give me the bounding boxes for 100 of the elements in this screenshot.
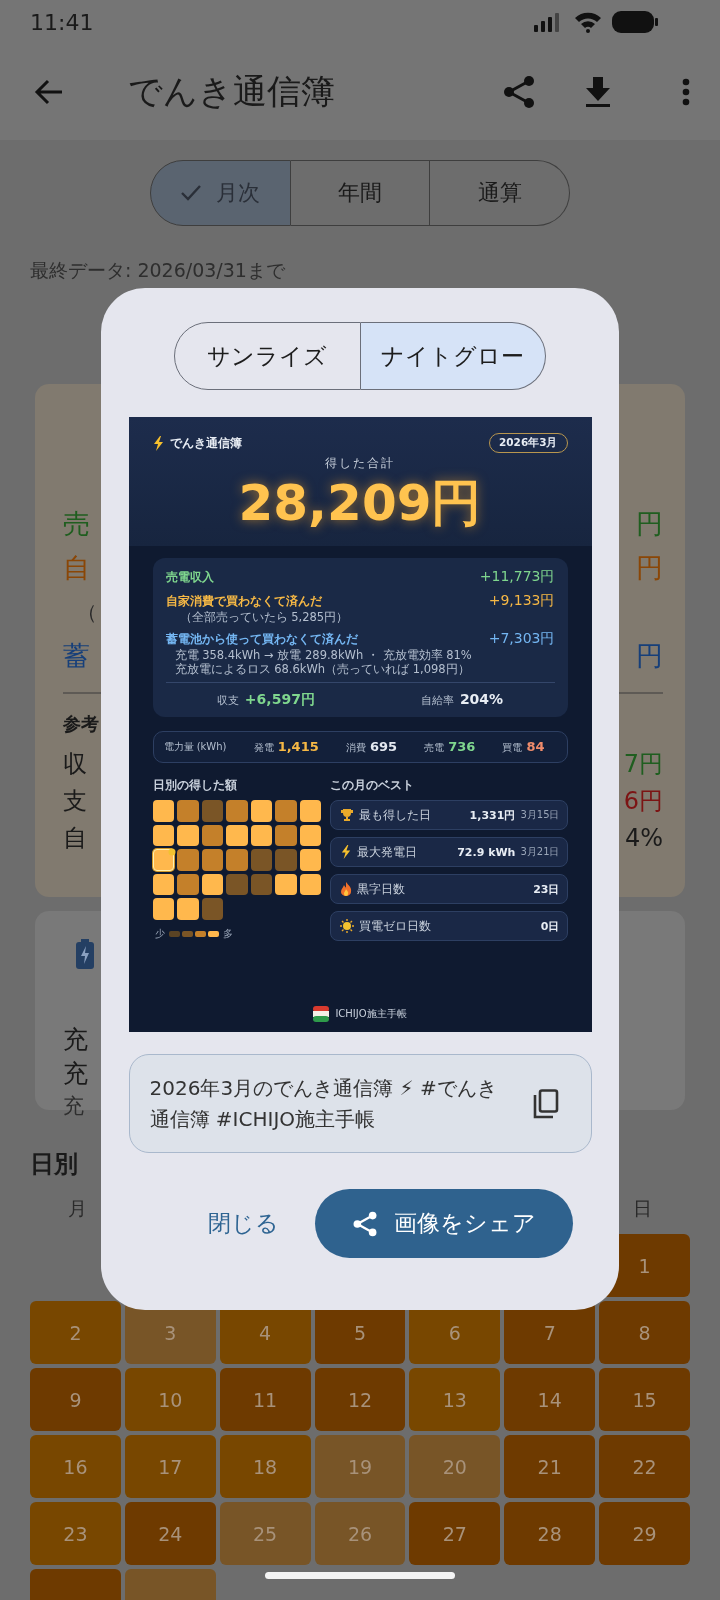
battery-line: 充 xyxy=(63,1024,88,1056)
summary-label: 自 xyxy=(63,551,90,585)
calendar-day[interactable]: 20 xyxy=(409,1435,501,1498)
app-title: でんき通信簿 xyxy=(128,70,336,113)
weekday-label: 日 xyxy=(633,1196,653,1221)
calendar-day[interactable]: 15 xyxy=(599,1368,690,1431)
period-tab[interactable]: 年間 xyxy=(290,160,431,226)
reference-value: 6円 xyxy=(623,786,663,817)
summary-label: 売 xyxy=(63,507,90,541)
share-icon xyxy=(351,1209,378,1238)
breakdown-value: +7,303円 xyxy=(488,630,555,648)
heatmap-title: 日別の得した額 xyxy=(152,777,238,794)
check-icon xyxy=(180,184,203,202)
calendar-day[interactable]: 9 xyxy=(30,1368,121,1431)
summary-label: 蓄 xyxy=(63,639,90,673)
daily-title: 日別 xyxy=(30,1149,78,1180)
balance-value: +6,597円 xyxy=(244,691,315,709)
weekday-label: 月 xyxy=(67,1196,87,1221)
breakdown-label: 蓄電池から使って買わなくて済んだ xyxy=(165,630,358,648)
best-label: 最大発電日 xyxy=(356,844,418,860)
wifi-icon xyxy=(574,11,602,33)
lightning-icon xyxy=(339,845,352,859)
calendar-day[interactable]: 16 xyxy=(30,1435,121,1498)
summary-label: （ xyxy=(77,598,97,626)
calendar-day[interactable]: 17 xyxy=(124,1435,216,1498)
best-label: 最も得した日 xyxy=(358,807,432,823)
calendar-day[interactable]: 29 xyxy=(599,1502,690,1565)
breakdown-label: 売電収入 xyxy=(165,568,214,586)
battery-icon xyxy=(75,939,95,969)
battery-line: 充 xyxy=(63,1058,88,1090)
share-image-button[interactable]: 画像をシェア xyxy=(314,1189,573,1258)
summary-value: 円 xyxy=(636,639,663,673)
app-logo-icon xyxy=(313,1006,330,1022)
more-icon[interactable] xyxy=(682,78,690,106)
best-date: 3月15日 xyxy=(520,808,560,822)
best-date: 3月21日 xyxy=(520,845,560,859)
theme-tab[interactable]: ナイトグロー xyxy=(360,322,546,390)
back-arrow-icon[interactable] xyxy=(34,79,64,105)
share-text-field[interactable]: 2026年3月のでんき通信簿 ⚡ #でんき通信簿 #ICHIJO施主手帳 xyxy=(128,1054,592,1153)
status-time: 11:41 xyxy=(30,9,94,35)
share-icon[interactable] xyxy=(502,75,536,109)
calendar-day[interactable]: 2 xyxy=(30,1301,121,1364)
calendar-day[interactable]: 24 xyxy=(124,1502,216,1565)
breakdown-value: +9,133円 xyxy=(488,592,555,610)
calendar-day[interactable]: 8 xyxy=(599,1301,690,1364)
copy-icon[interactable] xyxy=(532,1088,559,1119)
summary-value: 円 xyxy=(636,551,663,585)
energy-item-value: 1,415 xyxy=(277,739,319,754)
energy-item-value: 695 xyxy=(369,739,397,754)
calendar-day[interactable]: 12 xyxy=(314,1368,406,1431)
best-value: 23日 xyxy=(533,881,560,897)
calendar-day[interactable]: 10 xyxy=(124,1368,216,1431)
summary-value: 円 xyxy=(636,507,663,541)
calendar-day[interactable]: 27 xyxy=(409,1502,501,1565)
lightning-icon xyxy=(152,435,164,451)
calendar-day[interactable]: 11 xyxy=(219,1368,311,1431)
best-value: 72.9 kWh xyxy=(457,845,516,859)
best-value: 0日 xyxy=(540,918,560,934)
download-icon[interactable] xyxy=(584,77,612,107)
calendar-day[interactable]: 23 xyxy=(30,1502,121,1565)
best-title: この月のベスト xyxy=(329,777,415,794)
legend-high: 多 xyxy=(222,926,233,941)
calendar-day[interactable]: 21 xyxy=(504,1435,596,1498)
energy-item-label: 売電 xyxy=(424,741,445,755)
total-label: 得した合計 xyxy=(324,455,396,472)
close-button[interactable]: 閉じる xyxy=(207,1200,279,1247)
energy-item-label: 発電 xyxy=(253,741,274,755)
breakdown-value: +11,773円 xyxy=(479,568,555,586)
best-label: 黒字日数 xyxy=(356,881,406,897)
energy-item-label: 買電 xyxy=(502,741,523,755)
legend-low: 少 xyxy=(154,926,165,941)
brand-name: でんき通信簿 xyxy=(169,434,243,452)
calendar-day[interactable]: 18 xyxy=(219,1435,311,1498)
calendar-day[interactable]: 26 xyxy=(314,1502,406,1565)
calendar-day[interactable]: 25 xyxy=(219,1502,311,1565)
battery-line: 充 xyxy=(63,1093,84,1120)
calendar-day[interactable]: 19 xyxy=(314,1435,406,1498)
calendar-day[interactable]: 14 xyxy=(504,1368,596,1431)
breakdown-note: 充電 358.4kWh → 放電 289.8kWh ・ 充放電効率 81% xyxy=(173,648,473,662)
calendar-day[interactable]: 28 xyxy=(504,1502,596,1565)
reference-value: 4% xyxy=(624,824,663,852)
reference-label: 収 xyxy=(63,749,87,780)
calendar-day[interactable]: 13 xyxy=(409,1368,501,1431)
period-tab[interactable]: 月次 xyxy=(150,160,291,226)
balance-label: 収支 xyxy=(216,693,239,708)
trophy-icon xyxy=(339,808,354,822)
energy-label: 電力量 (kWh) xyxy=(163,740,227,754)
footer-brand: ICHIJO施主手帳 xyxy=(335,1007,407,1021)
flame-icon xyxy=(339,882,352,896)
breakdown-label: 自家消費で買わなくて済んだ xyxy=(165,592,322,610)
energy-item-value: 736 xyxy=(448,739,476,754)
best-label: 買電ゼロ日数 xyxy=(358,918,432,934)
self-sufficiency-value: 204% xyxy=(459,691,504,707)
breakdown-note: （全部売っていたら 5,285円） xyxy=(178,610,350,624)
breakdown-note: 充放電によるロス 68.6kWh（売っていれば 1,098円） xyxy=(173,662,471,676)
battery-icon xyxy=(612,10,658,34)
best-value: 1,331円 xyxy=(469,807,516,823)
calendar-day[interactable]: 22 xyxy=(599,1435,690,1498)
reference-title: 参考 xyxy=(63,711,99,736)
reference-label: 自 xyxy=(63,823,87,854)
